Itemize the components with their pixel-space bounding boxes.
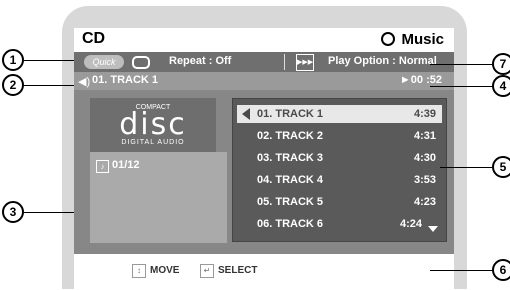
callout-line-4 <box>430 86 492 87</box>
now-playing-track: 01. TRACK 1 <box>92 74 159 86</box>
callout-2: 2 <box>2 74 24 96</box>
repeat-status[interactable]: Repeat : Off <box>169 55 231 67</box>
track-duration: 3:53 <box>413 174 436 186</box>
move-icon: ↕ <box>132 264 146 278</box>
play-option-status[interactable]: Play Option : Normal <box>328 55 437 67</box>
track-duration: 4:39 <box>413 108 436 120</box>
move-label: MOVE <box>150 265 180 276</box>
music-icon <box>381 32 396 47</box>
track-row[interactable]: 01. TRACK 1 4:39 <box>237 105 442 123</box>
repeat-icon <box>132 56 150 69</box>
mode-label: Music <box>401 31 444 48</box>
info-panel: ♪ 01/12 <box>90 152 227 243</box>
track-name: 05. TRACK 5 <box>257 196 324 208</box>
track-row[interactable]: 04. TRACK 4 3:53 <box>237 171 442 189</box>
track-row[interactable]: 05. TRACK 5 4:23 <box>237 193 442 211</box>
callout-line-6 <box>430 270 492 271</box>
track-row[interactable]: 03. TRACK 3 4:30 <box>237 149 442 167</box>
track-row[interactable]: 06. TRACK 6 4:24 <box>237 215 442 233</box>
callout-4: 4 <box>492 75 510 97</box>
track-name: 04. TRACK 4 <box>257 174 324 186</box>
track-duration: 4:23 <box>413 196 436 208</box>
elapsed-time: ►00 :52 <box>399 74 442 86</box>
callout-line-5 <box>440 167 492 168</box>
select-label: SELECT <box>218 265 258 276</box>
track-duration: 4:31 <box>413 130 436 142</box>
track-list: 01. TRACK 1 4:39 02. TRACK 2 4:31 03. TR… <box>232 98 447 242</box>
callout-7: 7 <box>492 53 510 75</box>
compact-disc-logo: COMPACT disc DIGITAL AUDIO <box>90 98 216 160</box>
page-title: CD <box>82 30 106 47</box>
callout-line-7 <box>430 64 492 65</box>
track-duration: 4:30 <box>413 152 436 164</box>
callout-3: 3 <box>2 201 24 223</box>
scroll-down-arrow-icon[interactable] <box>428 226 438 232</box>
select-icon: ↵ <box>200 264 214 278</box>
music-note-icon: ♪ <box>96 160 109 173</box>
quick-button[interactable]: Quick <box>84 55 124 69</box>
track-name: 02. TRACK 2 <box>257 130 324 142</box>
track-name: 03. TRACK 3 <box>257 152 324 164</box>
callout-5: 5 <box>492 156 510 178</box>
track-name: 06. TRACK 6 <box>257 218 324 230</box>
speaker-icon: ◀) <box>78 76 91 88</box>
callout-1: 1 <box>2 49 24 71</box>
logo-bottom-text: DIGITAL AUDIO <box>121 139 185 146</box>
callout-6: 6 <box>492 259 510 281</box>
now-playing-bar: ◀) 01. TRACK 1 ►00 :52 <box>74 72 454 90</box>
play-option-icon: ▶▶▶ <box>296 54 314 71</box>
info-bar: Quick Repeat : Off ▶▶▶ Play Option : Nor… <box>74 52 454 72</box>
logo-main-text: disc <box>119 107 187 142</box>
selected-track-icon <box>242 108 250 120</box>
track-counter: 01/12 <box>112 159 140 171</box>
track-duration: 4:24 <box>399 218 422 230</box>
footer: ↕ MOVE ↵ SELECT <box>74 254 454 290</box>
header: CD Music <box>74 28 454 52</box>
mode-indicator: Music <box>381 31 444 48</box>
track-name: 01. TRACK 1 <box>257 108 324 120</box>
track-row[interactable]: 02. TRACK 2 4:31 <box>237 127 442 145</box>
divider <box>284 54 285 70</box>
